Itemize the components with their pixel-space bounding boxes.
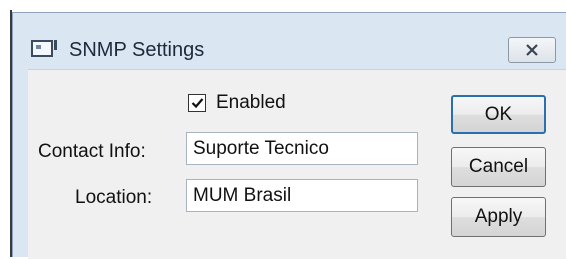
close-x-icon — [526, 44, 538, 56]
enabled-label[interactable]: Enabled — [216, 92, 286, 114]
enabled-checkbox[interactable] — [188, 94, 206, 112]
dialog-body: Enabled Contact Info: Suporte Tecnico Lo… — [28, 69, 566, 259]
contact-info-field[interactable]: Suporte Tecnico — [186, 132, 418, 165]
window-title: SNMP Settings — [69, 39, 205, 61]
close-button[interactable] — [508, 37, 556, 63]
ok-button[interactable]: OK — [451, 95, 546, 134]
contact-info-label: Contact Info: — [38, 141, 146, 162]
apply-button[interactable]: Apply — [451, 197, 546, 237]
checkmark-icon — [191, 98, 203, 109]
cancel-button[interactable]: Cancel — [451, 147, 546, 187]
title-bar[interactable]: SNMP Settings — [13, 13, 566, 67]
snmp-settings-window: SNMP Settings Enabled Contact Info: Supo… — [12, 12, 566, 259]
location-label: Location: — [75, 187, 153, 208]
window-icon — [31, 40, 57, 57]
location-field[interactable]: MUM Brasil — [186, 179, 418, 212]
